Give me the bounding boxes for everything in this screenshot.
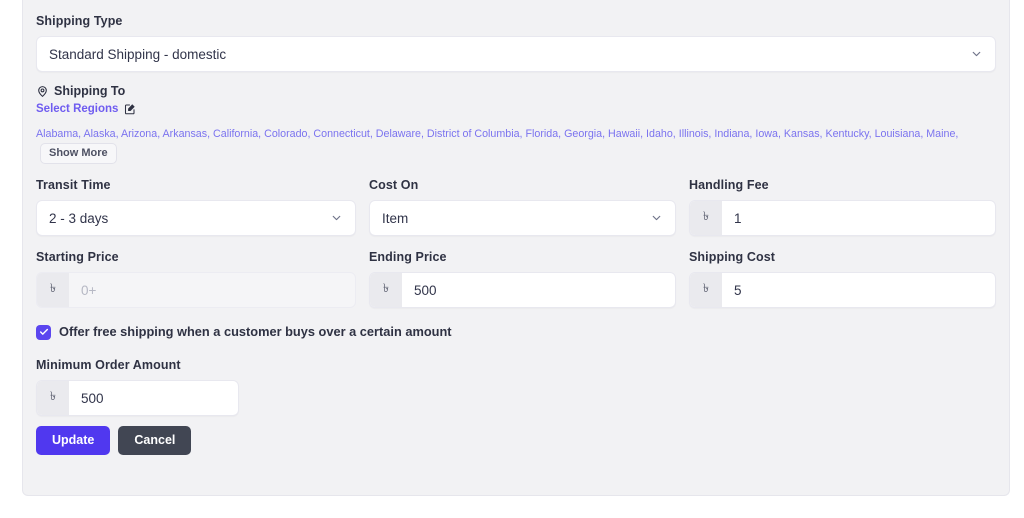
screen: Shipping Type Standard Shipping - domest…	[0, 0, 1024, 518]
minimum-order-amount-pinput: ৳	[36, 380, 239, 416]
selected-regions-text: Alabama, Alaska, Arizona, Arkansas, Cali…	[36, 128, 959, 140]
ending-price-input-wrap: ৳	[369, 272, 676, 308]
shipping-to-header: Shipping To	[36, 83, 996, 99]
update-button[interactable]: Update	[36, 426, 111, 455]
cost-on-group: Cost On Item	[369, 177, 689, 236]
transit-time-select[interactable]: 2 - 3 days	[36, 200, 356, 236]
show-more-button[interactable]: Show More	[40, 143, 117, 164]
currency-symbol-icon: ৳	[690, 201, 722, 235]
shipping-cost-label: Shipping Cost	[689, 250, 776, 264]
panel-inner: Shipping Type Standard Shipping - domest…	[23, 0, 1009, 455]
starting-price-input[interactable]	[69, 273, 355, 307]
shipping-to-group: Shipping To Select Regions Alabama, Alas…	[36, 83, 996, 164]
selected-regions-list: Alabama, Alaska, Arizona, Arkansas, Cali…	[36, 125, 961, 164]
free-shipping-row[interactable]: Offer free shipping when a customer buys…	[36, 324, 996, 340]
starting-price-label: Starting Price	[36, 250, 119, 264]
form-row-2: Starting Price ৳ Ending Price ৳ Shipping…	[36, 249, 996, 308]
edit-square-icon[interactable]	[124, 103, 136, 115]
cost-on-label: Cost On	[369, 178, 419, 192]
checkmark-icon	[39, 328, 48, 335]
starting-price-group: Starting Price ৳	[36, 249, 369, 308]
handling-fee-input-wrap: ৳	[689, 200, 996, 236]
transit-time-group: Transit Time 2 - 3 days	[36, 177, 369, 236]
action-buttons: Update Cancel	[36, 426, 996, 455]
cost-on-value: Item	[382, 210, 409, 226]
chevron-down-icon	[330, 212, 343, 225]
transit-time-label: Transit Time	[36, 178, 111, 192]
currency-symbol-icon: ৳	[37, 273, 69, 307]
chevron-down-icon	[650, 212, 663, 225]
minimum-order-amount-input[interactable]	[69, 381, 238, 415]
starting-price-input-wrap: ৳	[36, 272, 356, 308]
select-regions-link[interactable]: Select Regions	[36, 102, 118, 116]
transit-time-value: 2 - 3 days	[49, 210, 109, 226]
ending-price-label: Ending Price	[369, 250, 447, 264]
handling-fee-label: Handling Fee	[689, 178, 769, 192]
minimum-order-amount-group: Minimum Order Amount ৳	[36, 357, 996, 416]
minimum-order-amount-label: Minimum Order Amount	[36, 358, 181, 372]
handling-fee-input[interactable]	[722, 201, 995, 235]
shipping-cost-input-wrap: ৳	[689, 272, 996, 308]
handling-fee-group: Handling Fee ৳	[689, 177, 996, 236]
shipping-type-group: Shipping Type Standard Shipping - domest…	[36, 13, 996, 72]
ending-price-input[interactable]	[402, 273, 675, 307]
currency-symbol-icon: ৳	[37, 381, 69, 415]
ending-price-group: Ending Price ৳	[369, 249, 689, 308]
free-shipping-checkbox[interactable]	[36, 324, 51, 340]
shipping-type-select[interactable]: Standard Shipping - domestic	[36, 36, 996, 72]
cancel-button[interactable]: Cancel	[118, 426, 192, 455]
form-row-1: Transit Time 2 - 3 days Cost On Item Han…	[36, 177, 996, 236]
location-pin-icon	[36, 85, 49, 98]
shipping-type-label: Shipping Type	[36, 14, 123, 28]
shipping-cost-group: Shipping Cost ৳	[689, 249, 996, 308]
free-shipping-label: Offer free shipping when a customer buys…	[59, 324, 452, 339]
shipping-to-title: Shipping To	[54, 84, 126, 98]
select-regions-row[interactable]: Select Regions	[36, 102, 996, 116]
cost-on-select[interactable]: Item	[369, 200, 676, 236]
chevron-down-icon	[970, 48, 983, 61]
shipping-settings-panel: Shipping Type Standard Shipping - domest…	[22, 0, 1010, 496]
shipping-type-value: Standard Shipping - domestic	[49, 46, 227, 62]
currency-symbol-icon: ৳	[690, 273, 722, 307]
minimum-order-amount-input-wrap: ৳	[36, 380, 239, 416]
currency-symbol-icon: ৳	[370, 273, 402, 307]
shipping-cost-input[interactable]	[722, 273, 995, 307]
